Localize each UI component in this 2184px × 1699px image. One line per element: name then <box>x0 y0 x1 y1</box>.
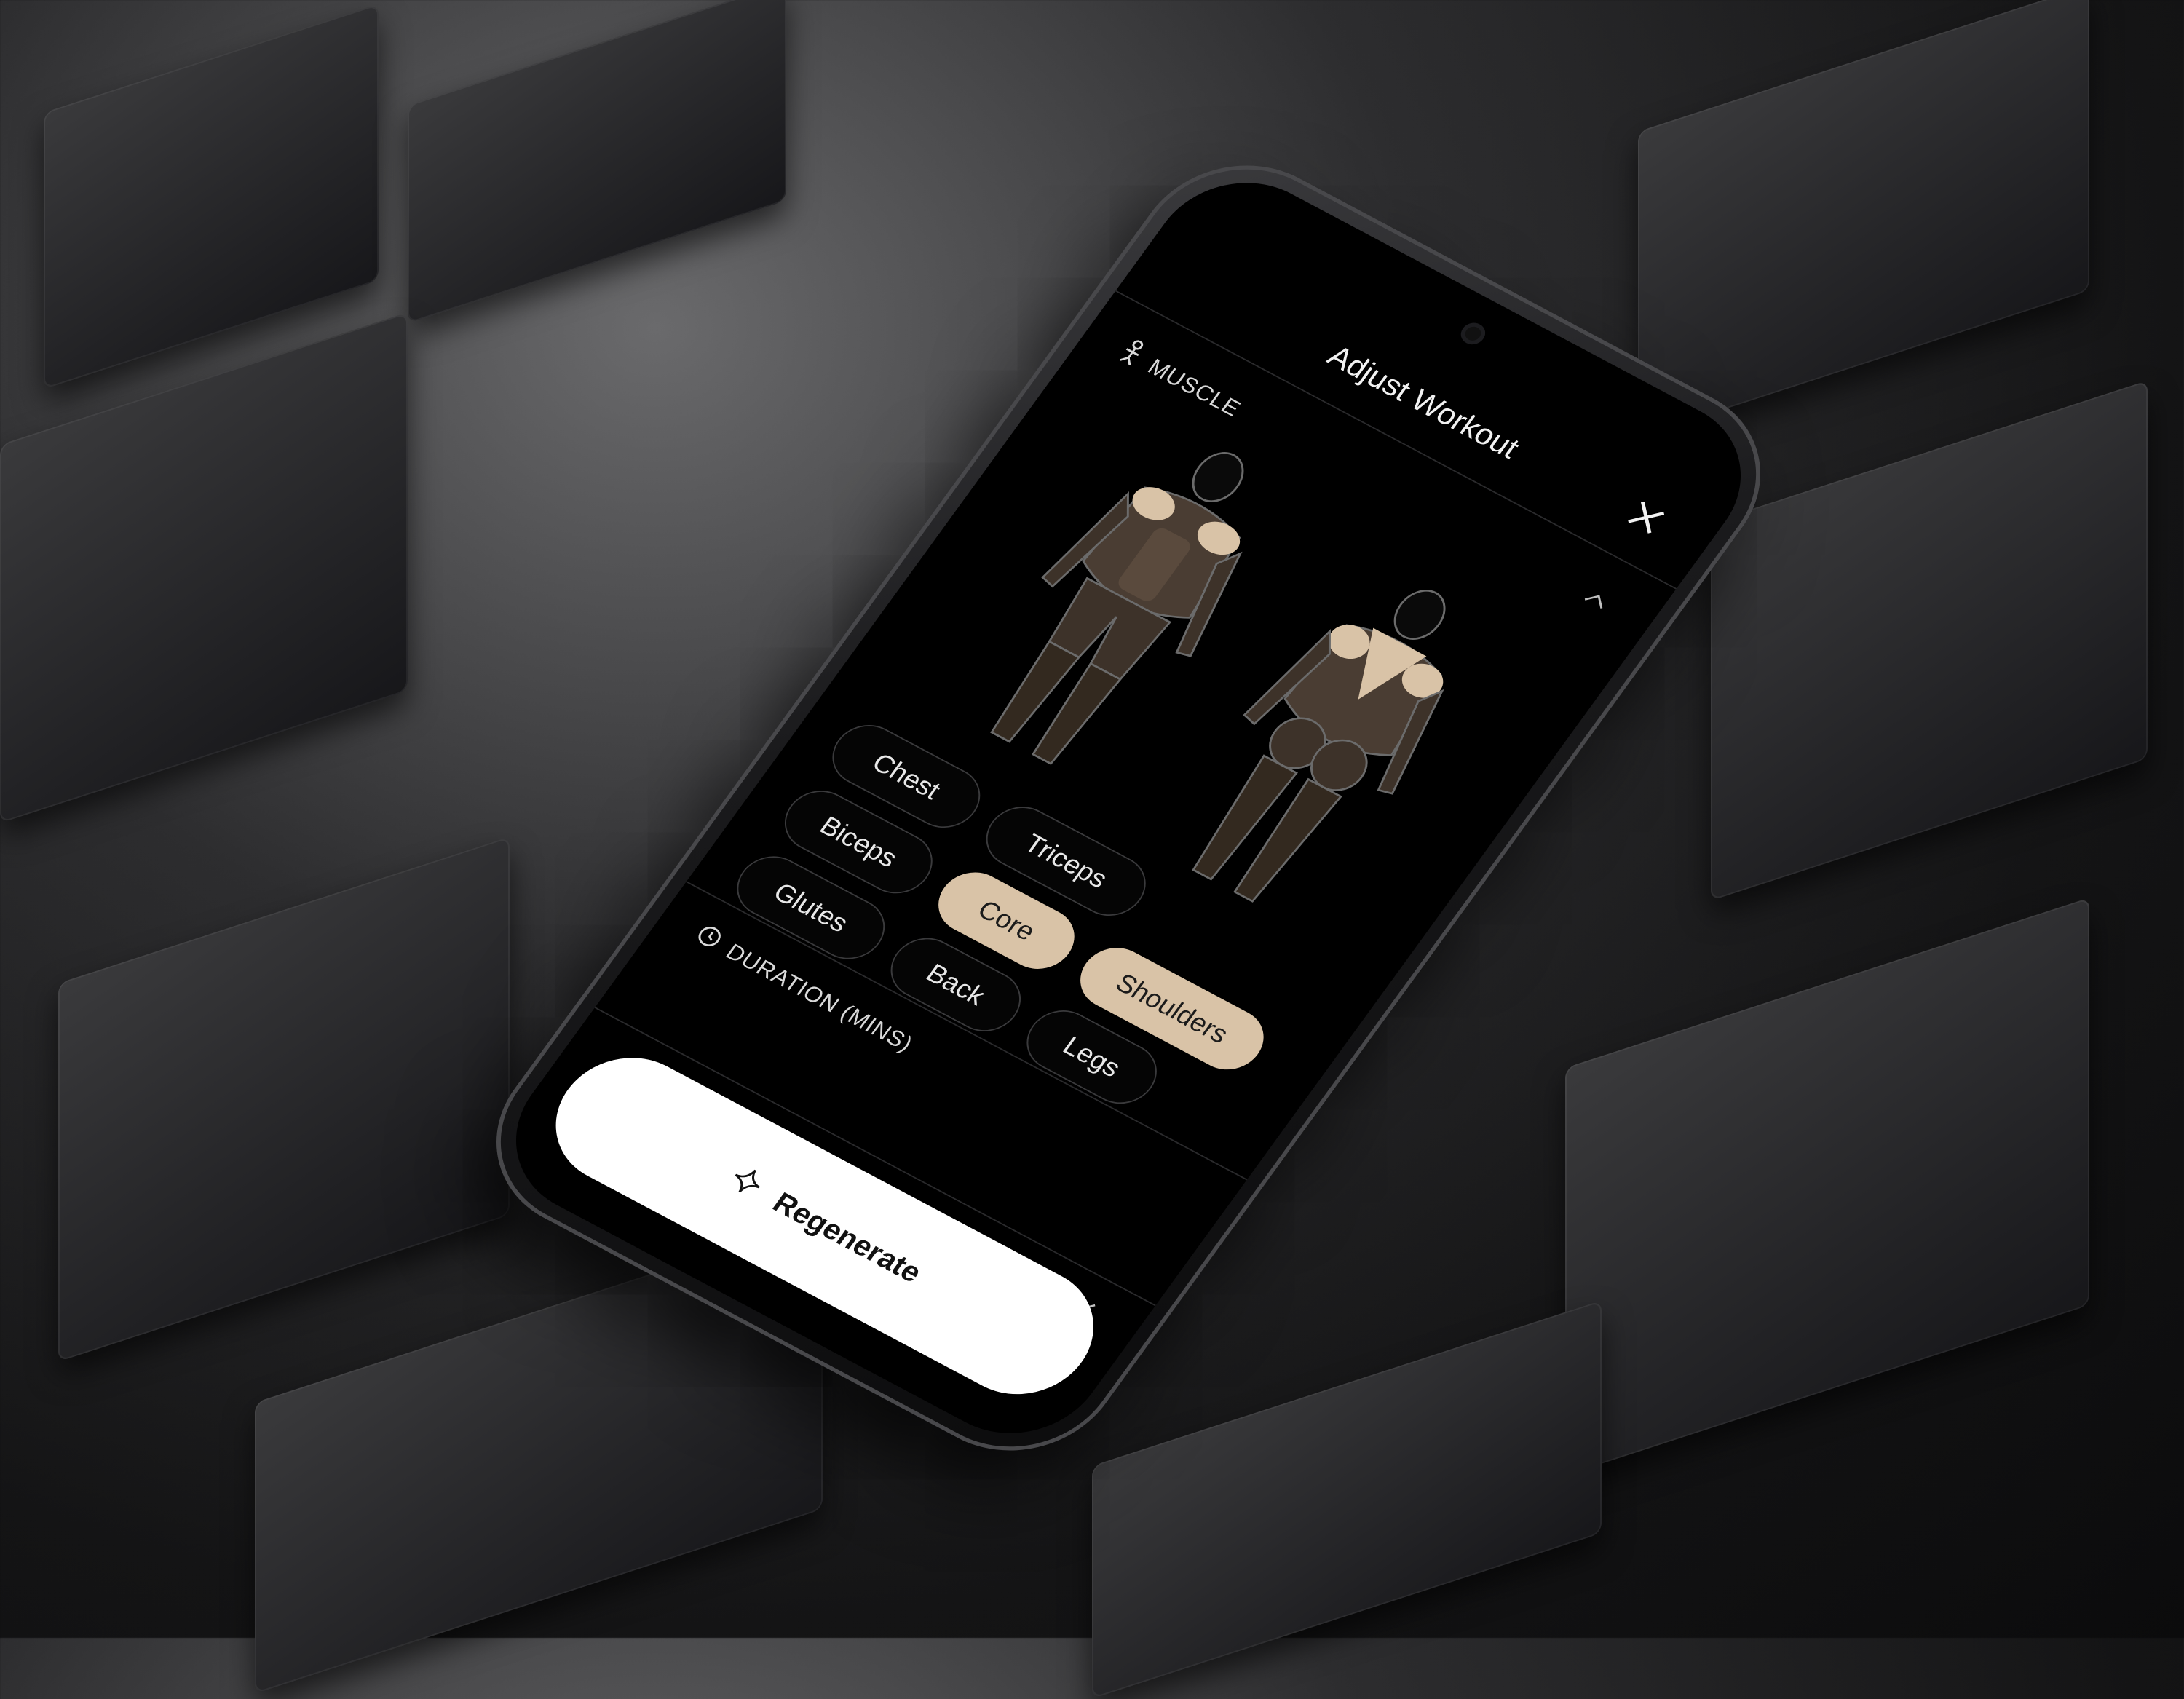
decor-block <box>1092 1300 1602 1699</box>
regenerate-label: Regenerate <box>767 1187 928 1289</box>
sparkle-icon <box>719 1160 771 1208</box>
duration-section-label: DURATION (MINS) <box>721 939 918 1057</box>
figure-icon <box>1112 336 1150 373</box>
clock-icon <box>689 922 727 956</box>
chevron-up-icon[interactable] <box>1578 582 1615 617</box>
decor-block <box>1638 0 2089 437</box>
decor-block <box>44 4 379 389</box>
decor-block <box>1565 898 2089 1476</box>
decor-block <box>58 836 510 1362</box>
camera-icon <box>1456 319 1490 349</box>
decor-block <box>0 312 408 823</box>
decor-block <box>408 0 786 324</box>
duration-section-header[interactable]: DURATION (MINS) <box>689 922 919 1058</box>
